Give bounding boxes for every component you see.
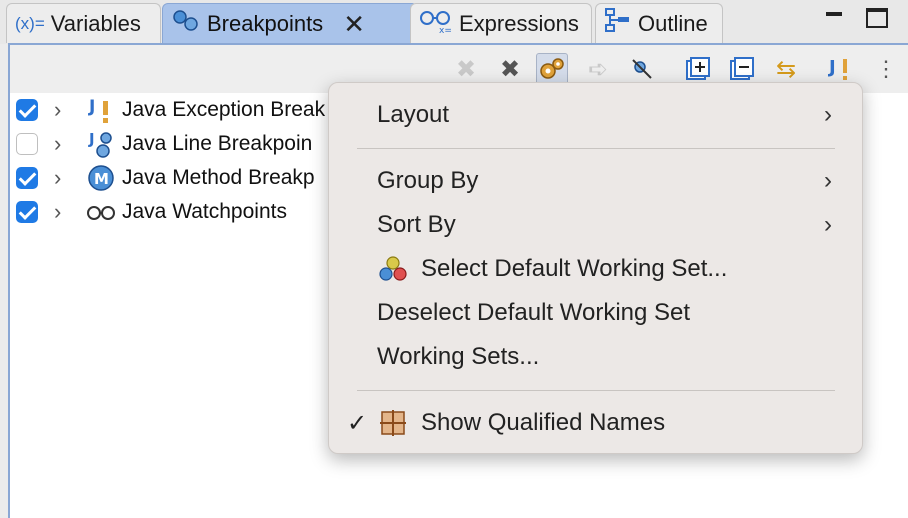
- tree-item-label: Java Exception Break: [122, 98, 326, 121]
- svg-text:J: J: [88, 97, 95, 117]
- chevron-right-icon[interactable]: ›: [54, 131, 61, 157]
- menu-separator: [357, 148, 835, 149]
- chevron-right-icon[interactable]: ›: [54, 97, 61, 123]
- tab-variables[interactable]: (x)= Variables: [6, 3, 161, 43]
- tab-expressions-label: Expressions: [459, 10, 579, 36]
- tree-item-label: Java Method Breakp: [122, 166, 315, 189]
- watchpoint-icon: [86, 197, 116, 227]
- outline-icon: [604, 7, 632, 41]
- settings-gears-icon[interactable]: [536, 53, 568, 85]
- qualified-names-icon: [377, 407, 409, 439]
- menu-item-select-default-working-set[interactable]: Select Default Working Set...: [329, 249, 862, 289]
- expressions-icon: x=: [419, 8, 453, 40]
- view-tab-bar: (x)= Variables Breakpoints ✕ x= Expressi…: [0, 0, 908, 44]
- menu-item-show-qualified-names[interactable]: ✓ Show Qualified Names: [329, 403, 862, 443]
- expand-all-icon[interactable]: [682, 53, 714, 85]
- chevron-right-icon: ›: [824, 167, 832, 194]
- enable-checkbox[interactable]: [16, 167, 38, 189]
- chevron-right-icon: ›: [824, 101, 832, 128]
- chevron-right-icon[interactable]: ›: [54, 165, 61, 191]
- menu-item-label: Select Default Working Set...: [421, 255, 728, 282]
- tree-item-label: Java Line Breakpoin: [122, 132, 313, 155]
- menu-item-working-sets[interactable]: Working Sets...: [329, 337, 862, 377]
- menu-item-group-by[interactable]: Group By ›: [329, 161, 862, 201]
- chevron-right-icon[interactable]: ›: [54, 199, 61, 225]
- menu-item-label: Deselect Default Working Set: [377, 299, 691, 326]
- exception-breakpoint-icon: J: [86, 95, 116, 125]
- skip-breakpoints-icon[interactable]: [626, 53, 658, 85]
- tab-variables-label: Variables: [50, 10, 141, 36]
- tab-expressions[interactable]: x= Expressions: [410, 3, 592, 43]
- svg-text:J: J: [88, 130, 95, 148]
- go-to-file-icon[interactable]: ➪: [582, 53, 614, 85]
- enable-checkbox[interactable]: [16, 99, 38, 121]
- tab-outline[interactable]: Outline: [595, 3, 723, 43]
- enable-checkbox[interactable]: [16, 201, 38, 223]
- view-menu-icon[interactable]: ⋮: [870, 53, 902, 85]
- add-exception-breakpoint-icon[interactable]: J: [824, 53, 856, 85]
- menu-item-label: Layout: [377, 101, 450, 128]
- variables-icon: (x)=: [15, 13, 45, 33]
- checkmark-icon: ✓: [347, 409, 368, 437]
- remove-all-breakpoints-icon[interactable]: ✖: [494, 53, 526, 85]
- breakpoints-icon: [171, 8, 201, 40]
- menu-item-layout[interactable]: Layout ›: [329, 95, 862, 135]
- chevron-right-icon: ›: [824, 211, 832, 238]
- svg-text:x=: x=: [439, 26, 452, 34]
- remove-breakpoint-icon[interactable]: ✖: [450, 53, 482, 85]
- menu-item-label: Working Sets...: [377, 343, 540, 370]
- tab-outline-label: Outline: [638, 10, 708, 36]
- method-breakpoint-icon: M: [86, 163, 116, 193]
- tab-breakpoints-label: Breakpoints: [207, 10, 324, 36]
- maximize-button[interactable]: [866, 8, 888, 28]
- line-breakpoint-icon: J: [86, 129, 116, 159]
- tab-breakpoints[interactable]: Breakpoints ✕: [162, 3, 418, 43]
- view-context-menu: Layout › Group By › Sort By › Select Def…: [328, 82, 863, 454]
- link-with-debug-view-icon[interactable]: ⇆: [770, 53, 802, 85]
- svg-text:M: M: [94, 170, 109, 188]
- working-set-icon: [377, 253, 409, 285]
- svg-text:J: J: [827, 57, 836, 78]
- menu-item-label: Show Qualified Names: [421, 409, 666, 436]
- menu-item-label: Sort By: [377, 211, 456, 238]
- tree-item-label: Java Watchpoints: [122, 200, 287, 223]
- menu-separator: [357, 390, 835, 391]
- minimize-button[interactable]: [822, 6, 846, 30]
- close-icon[interactable]: ✕: [343, 11, 365, 37]
- menu-item-label: Group By: [377, 167, 479, 194]
- menu-item-deselect-default-working-set[interactable]: Deselect Default Working Set: [329, 293, 862, 333]
- menu-item-sort-by[interactable]: Sort By ›: [329, 205, 862, 245]
- enable-checkbox[interactable]: [16, 133, 38, 155]
- collapse-all-icon[interactable]: [726, 53, 758, 85]
